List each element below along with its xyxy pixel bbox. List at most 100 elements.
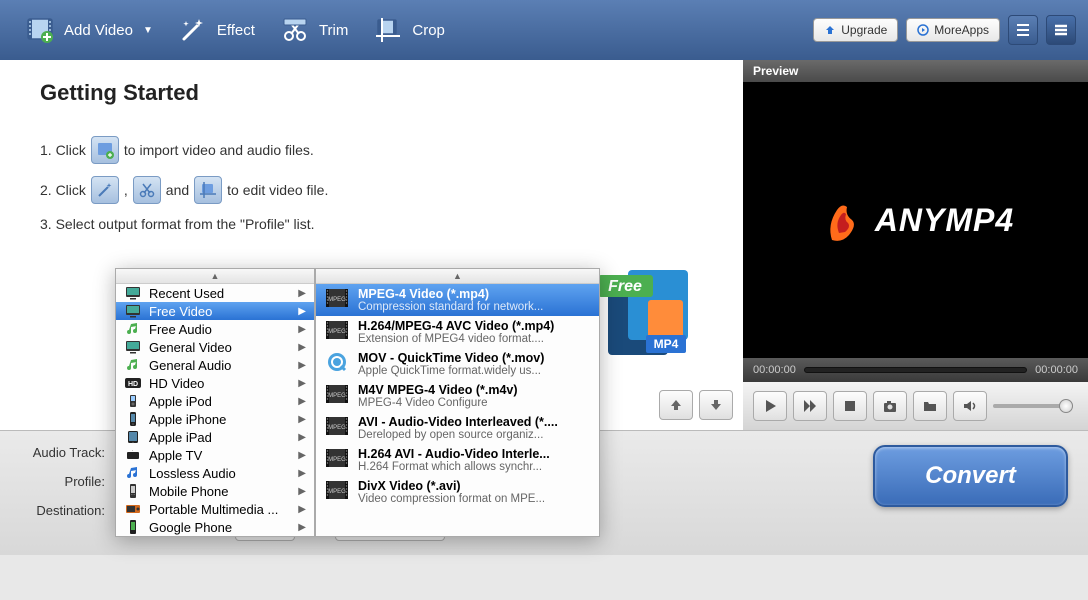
format-item[interactable]: MPEG M4V MPEG-4 Video (*.m4v)MPEG-4 Video… bbox=[316, 380, 599, 412]
ipad-icon bbox=[124, 430, 142, 445]
folder-icon bbox=[922, 398, 938, 414]
music-icon bbox=[124, 322, 142, 337]
category-item[interactable]: Google Phone ▶ bbox=[116, 518, 314, 536]
submenu-arrow-icon: ▶ bbox=[298, 450, 306, 461]
preview-timeline: 00:00:00 00:00:00 bbox=[743, 358, 1088, 382]
upgrade-icon bbox=[824, 24, 836, 36]
more-apps-button[interactable]: MoreApps bbox=[906, 18, 1000, 42]
category-item[interactable]: Lossless Audio▶ bbox=[116, 464, 314, 482]
svg-text:HD: HD bbox=[128, 381, 138, 388]
film-icon: MPEG bbox=[324, 319, 350, 341]
format-item[interactable]: MPEGH.264/MPEG-4 AVC Video (*.mp4)Extens… bbox=[316, 316, 599, 348]
quicktime-icon bbox=[324, 351, 350, 373]
speaker-icon bbox=[962, 398, 978, 414]
category-label: Free Audio bbox=[149, 322, 291, 337]
category-item[interactable]: General Audio▶ bbox=[116, 356, 314, 374]
upgrade-button[interactable]: Upgrade bbox=[813, 18, 898, 42]
open-folder-button[interactable] bbox=[913, 391, 947, 421]
category-item[interactable]: General Video▶ bbox=[116, 338, 314, 356]
film-icon: MPEG bbox=[324, 415, 350, 437]
format-desc: Apple QuickTime format.widely us... bbox=[358, 365, 544, 377]
submenu-arrow-icon: ▶ bbox=[298, 306, 306, 317]
category-item[interactable]: Recent Used▶ bbox=[116, 284, 314, 302]
format-item[interactable]: MPEGAVI - Audio-Video Interleaved (*....… bbox=[316, 412, 599, 444]
destination-label: Destination: bbox=[20, 503, 105, 518]
main-toolbar: Add Video ▼ Effect Trim Crop Upgrade Mor… bbox=[0, 0, 1088, 60]
snapshot-button[interactable] bbox=[873, 391, 907, 421]
profile-label: Profile: bbox=[20, 474, 105, 489]
music-blue-icon bbox=[124, 466, 142, 481]
category-item[interactable]: Free Video ▶ bbox=[116, 302, 314, 320]
stop-button[interactable] bbox=[833, 391, 867, 421]
svg-text:MPEG: MPEG bbox=[328, 425, 346, 431]
stop-icon bbox=[842, 398, 858, 414]
format-item[interactable]: MPEGDivX Video (*.avi)Video compression … bbox=[316, 476, 599, 508]
svg-text:MPEG: MPEG bbox=[328, 489, 346, 495]
svg-text:MPEG: MPEG bbox=[328, 457, 346, 463]
move-up-button[interactable] bbox=[659, 390, 693, 420]
category-item[interactable]: Portable Multimedia ... ▶ bbox=[116, 500, 314, 518]
step2-prefix: 2. Click bbox=[40, 182, 86, 198]
menu-view-button[interactable] bbox=[1046, 15, 1076, 45]
category-label: Portable Multimedia ... bbox=[149, 502, 291, 517]
format-item[interactable]: MOV - QuickTime Video (*.mov)Apple Quick… bbox=[316, 348, 599, 380]
arrow-down-icon bbox=[709, 398, 723, 412]
category-label: Google Phone bbox=[149, 520, 291, 535]
category-label: Apple iPod bbox=[149, 394, 291, 409]
play-icon bbox=[762, 398, 778, 414]
pmp-icon bbox=[124, 502, 142, 517]
free-label: Free bbox=[608, 278, 642, 295]
category-label: Apple iPad bbox=[149, 430, 291, 445]
step1-suffix: to import video and audio files. bbox=[124, 142, 314, 158]
volume-thumb[interactable] bbox=[1059, 399, 1073, 413]
category-item[interactable]: HDHD Video▶ bbox=[116, 374, 314, 392]
category-item[interactable]: Apple iPad ▶ bbox=[116, 428, 314, 446]
convert-button[interactable]: Convert bbox=[873, 445, 1068, 507]
category-label: Apple iPhone bbox=[149, 412, 291, 427]
step2-suffix: to edit video file. bbox=[227, 182, 328, 198]
step-1: 1. Click to import video and audio files… bbox=[40, 136, 703, 164]
scroll-up-hint[interactable]: ▲ bbox=[116, 269, 314, 284]
submenu-arrow-icon: ▶ bbox=[298, 504, 306, 515]
format-title: MPEG-4 Video (*.mp4) bbox=[358, 287, 543, 301]
submenu-arrow-icon: ▶ bbox=[298, 486, 306, 497]
crop-button[interactable]: Crop bbox=[360, 8, 457, 52]
effect-button[interactable]: Effect bbox=[165, 8, 267, 52]
format-desc: MPEG-4 Video Configure bbox=[358, 397, 518, 409]
format-item[interactable]: MPEGH.264 AVI - Audio-Video Interle...H.… bbox=[316, 444, 599, 476]
category-item[interactable]: Apple TV▶ bbox=[116, 446, 314, 464]
submenu-arrow-icon: ▶ bbox=[298, 414, 306, 425]
category-item[interactable]: Mobile Phone▶ bbox=[116, 482, 314, 500]
move-down-button[interactable] bbox=[699, 390, 733, 420]
free-badge-decoration: Free MP4 bbox=[598, 260, 708, 375]
category-label: Recent Used bbox=[149, 286, 291, 301]
film-icon: MPEG bbox=[324, 383, 350, 405]
play-button[interactable] bbox=[753, 391, 787, 421]
format-title: M4V MPEG-4 Video (*.m4v) bbox=[358, 383, 518, 397]
timeline-slider[interactable] bbox=[804, 367, 1027, 373]
format-desc: Video compression format on MPE... bbox=[358, 493, 545, 505]
submenu-arrow-icon: ▶ bbox=[298, 522, 306, 533]
film-icon: MPEG bbox=[324, 447, 350, 469]
scroll-up-hint-fmt[interactable]: ▲ bbox=[316, 269, 599, 284]
submenu-arrow-icon: ▶ bbox=[298, 432, 306, 443]
category-label: Free Video bbox=[149, 304, 291, 319]
category-item[interactable]: Free Audio▶ bbox=[116, 320, 314, 338]
add-video-button[interactable]: Add Video ▼ bbox=[12, 8, 165, 52]
step2-comma: , bbox=[124, 182, 128, 198]
mp4-label: MP4 bbox=[654, 337, 679, 351]
category-item[interactable]: Apple iPhone ▶ bbox=[116, 410, 314, 428]
submenu-arrow-icon: ▶ bbox=[298, 468, 306, 479]
hd-icon: HD bbox=[124, 376, 142, 391]
submenu-arrow-icon: ▶ bbox=[298, 342, 306, 353]
format-item[interactable]: MPEGMPEG-4 Video (*.mp4)Compression stan… bbox=[316, 284, 599, 316]
camera-icon bbox=[882, 398, 898, 414]
category-item[interactable]: Apple iPod▶ bbox=[116, 392, 314, 410]
volume-slider[interactable] bbox=[993, 404, 1073, 408]
crop-label: Crop bbox=[412, 22, 445, 39]
list-view-button[interactable] bbox=[1008, 15, 1038, 45]
trim-button[interactable]: Trim bbox=[267, 8, 360, 52]
forward-button[interactable] bbox=[793, 391, 827, 421]
volume-button[interactable] bbox=[953, 391, 987, 421]
preview-screen: ANYMP4 bbox=[743, 82, 1088, 358]
